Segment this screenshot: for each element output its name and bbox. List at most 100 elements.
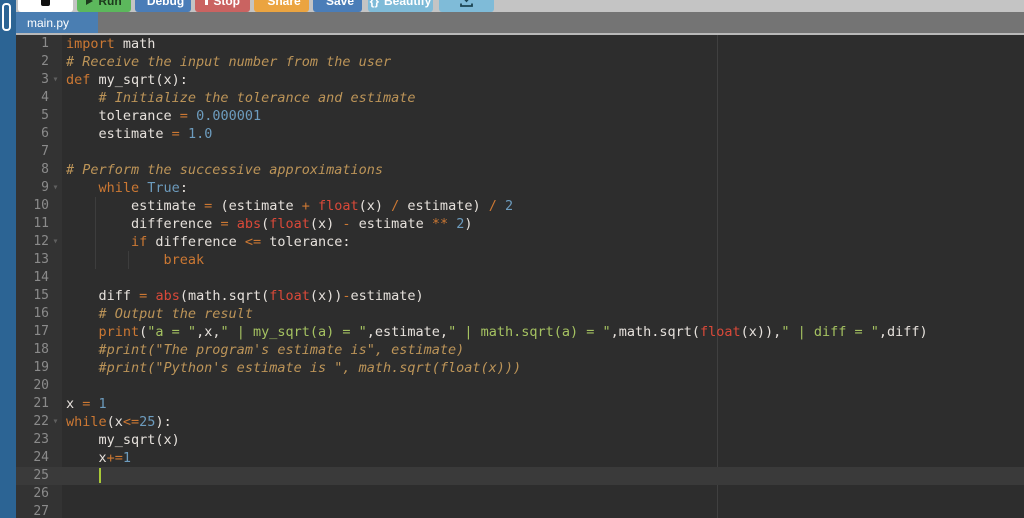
- code-editor[interactable]: 1 import math2# Receive the input number …: [16, 35, 1024, 518]
- line-gutter[interactable]: 20: [16, 377, 62, 395]
- code-line[interactable]: 10 estimate = (estimate + float(x) / est…: [16, 197, 1024, 215]
- line-number: 7: [16, 143, 49, 161]
- code-text: difference = abs(float(x) - estimate ** …: [62, 215, 473, 233]
- fold-arrow-icon[interactable]: ▾: [49, 233, 62, 251]
- line-gutter[interactable]: 14: [16, 269, 62, 287]
- line-gutter[interactable]: 8: [16, 161, 62, 179]
- line-gutter[interactable]: 24: [16, 449, 62, 467]
- black-square-icon: [41, 0, 50, 6]
- code-text: x+=1: [62, 449, 131, 467]
- code-line[interactable]: 12▾ if difference <= tolerance:: [16, 233, 1024, 251]
- line-number: 5: [16, 107, 49, 125]
- line-gutter[interactable]: 11: [16, 215, 62, 233]
- line-gutter[interactable]: 5: [16, 107, 62, 125]
- line-gutter[interactable]: 4: [16, 89, 62, 107]
- fold-arrow-icon[interactable]: ▾: [49, 179, 62, 197]
- line-number: 21: [16, 395, 49, 413]
- line-number: 1: [16, 35, 49, 53]
- code-text: def my_sqrt(x):: [62, 71, 188, 89]
- code-line[interactable]: 27: [16, 503, 1024, 518]
- line-number: 16: [16, 305, 49, 323]
- code-line[interactable]: 2# Receive the input number from the use…: [16, 53, 1024, 71]
- line-number: 3: [16, 71, 49, 89]
- line-gutter[interactable]: 2: [16, 53, 62, 71]
- tab-main-py[interactable]: main.py: [16, 12, 98, 33]
- share-label: Share: [267, 0, 300, 8]
- code-line[interactable]: 16 # Output the result: [16, 305, 1024, 323]
- code-line[interactable]: 18 #print("The program's estimate is", e…: [16, 341, 1024, 359]
- code-line[interactable]: 4 # Initialize the tolerance and estimat…: [16, 89, 1024, 107]
- line-gutter[interactable]: 6: [16, 125, 62, 143]
- left-rail: [0, 0, 16, 518]
- line-number: 22: [16, 413, 49, 431]
- line-gutter[interactable]: 19: [16, 359, 62, 377]
- save-button[interactable]: Save: [313, 0, 362, 12]
- code-line[interactable]: 19 #print("Python's estimate is ", math.…: [16, 359, 1024, 377]
- line-number: 12: [16, 233, 49, 251]
- line-gutter[interactable]: 7: [16, 143, 62, 161]
- code-text: import math: [62, 35, 155, 53]
- line-gutter[interactable]: 10: [16, 197, 62, 215]
- code-line[interactable]: 6 estimate = 1.0: [16, 125, 1024, 143]
- code-line[interactable]: 9▾ while True:: [16, 179, 1024, 197]
- code-text: [62, 467, 101, 485]
- beautify-button[interactable]: {} Beautify: [368, 0, 433, 12]
- line-number: 20: [16, 377, 49, 395]
- code-line[interactable]: 25: [16, 467, 1024, 485]
- line-gutter[interactable]: 3▾: [16, 71, 62, 89]
- line-gutter[interactable]: 1: [16, 35, 62, 53]
- line-number: 17: [16, 323, 49, 341]
- line-gutter[interactable]: 9▾: [16, 179, 62, 197]
- code-line[interactable]: 13 break: [16, 251, 1024, 269]
- fold-arrow-icon[interactable]: ▾: [49, 413, 62, 431]
- line-gutter[interactable]: 26: [16, 485, 62, 503]
- code-line[interactable]: 1 import math: [16, 35, 1024, 53]
- line-number: 23: [16, 431, 49, 449]
- code-line[interactable]: 14: [16, 269, 1024, 287]
- line-gutter[interactable]: 23: [16, 431, 62, 449]
- line-number: 25: [16, 467, 49, 485]
- line-gutter[interactable]: 16: [16, 305, 62, 323]
- line-gutter[interactable]: 21: [16, 395, 62, 413]
- line-number: 14: [16, 269, 49, 287]
- braces-icon: {}: [370, 0, 379, 8]
- line-number: 26: [16, 485, 49, 503]
- line-gutter[interactable]: 17: [16, 323, 62, 341]
- line-gutter[interactable]: 22▾: [16, 413, 62, 431]
- code-line[interactable]: 15 diff = abs(math.sqrt(float(x))-estima…: [16, 287, 1024, 305]
- line-number: 11: [16, 215, 49, 233]
- code-line[interactable]: 26: [16, 485, 1024, 503]
- line-number: 4: [16, 89, 49, 107]
- code-line[interactable]: 5 tolerance = 0.000001: [16, 107, 1024, 125]
- line-gutter[interactable]: 13: [16, 251, 62, 269]
- code-line[interactable]: 7: [16, 143, 1024, 161]
- line-number: 15: [16, 287, 49, 305]
- code-line[interactable]: 3▾def my_sqrt(x):: [16, 71, 1024, 89]
- code-line[interactable]: 8# Perform the successive approximations: [16, 161, 1024, 179]
- share-button[interactable]: Share: [254, 0, 309, 12]
- debug-button[interactable]: Debug: [135, 0, 191, 12]
- code-line[interactable]: 23 my_sqrt(x): [16, 431, 1024, 449]
- run-button[interactable]: Run: [77, 0, 131, 12]
- stop-icon: [205, 0, 208, 5]
- code-text: x = 1: [62, 395, 107, 413]
- code-line[interactable]: 24 x+=1: [16, 449, 1024, 467]
- line-gutter[interactable]: 18: [16, 341, 62, 359]
- app-logo-icon: [2, 3, 11, 31]
- code-line[interactable]: 21 x = 1: [16, 395, 1024, 413]
- line-gutter[interactable]: 15: [16, 287, 62, 305]
- code-line[interactable]: 22▾while(x<=25):: [16, 413, 1024, 431]
- toolbar: Run Debug Stop Share Sav: [16, 0, 1024, 12]
- swatch-button[interactable]: [18, 0, 73, 12]
- code-text: my_sqrt(x): [62, 431, 180, 449]
- line-gutter[interactable]: 27: [16, 503, 62, 518]
- code-text: estimate = (estimate + float(x) / estima…: [62, 197, 513, 215]
- fold-arrow-icon[interactable]: ▾: [49, 71, 62, 89]
- stop-button[interactable]: Stop: [195, 0, 250, 12]
- code-line[interactable]: 20: [16, 377, 1024, 395]
- line-gutter[interactable]: 12▾: [16, 233, 62, 251]
- code-line[interactable]: 17 print("a = ",x," | my_sqrt(a) = ",est…: [16, 323, 1024, 341]
- download-button[interactable]: [439, 0, 494, 12]
- line-gutter[interactable]: 25: [16, 467, 62, 485]
- code-line[interactable]: 11 difference = abs(float(x) - estimate …: [16, 215, 1024, 233]
